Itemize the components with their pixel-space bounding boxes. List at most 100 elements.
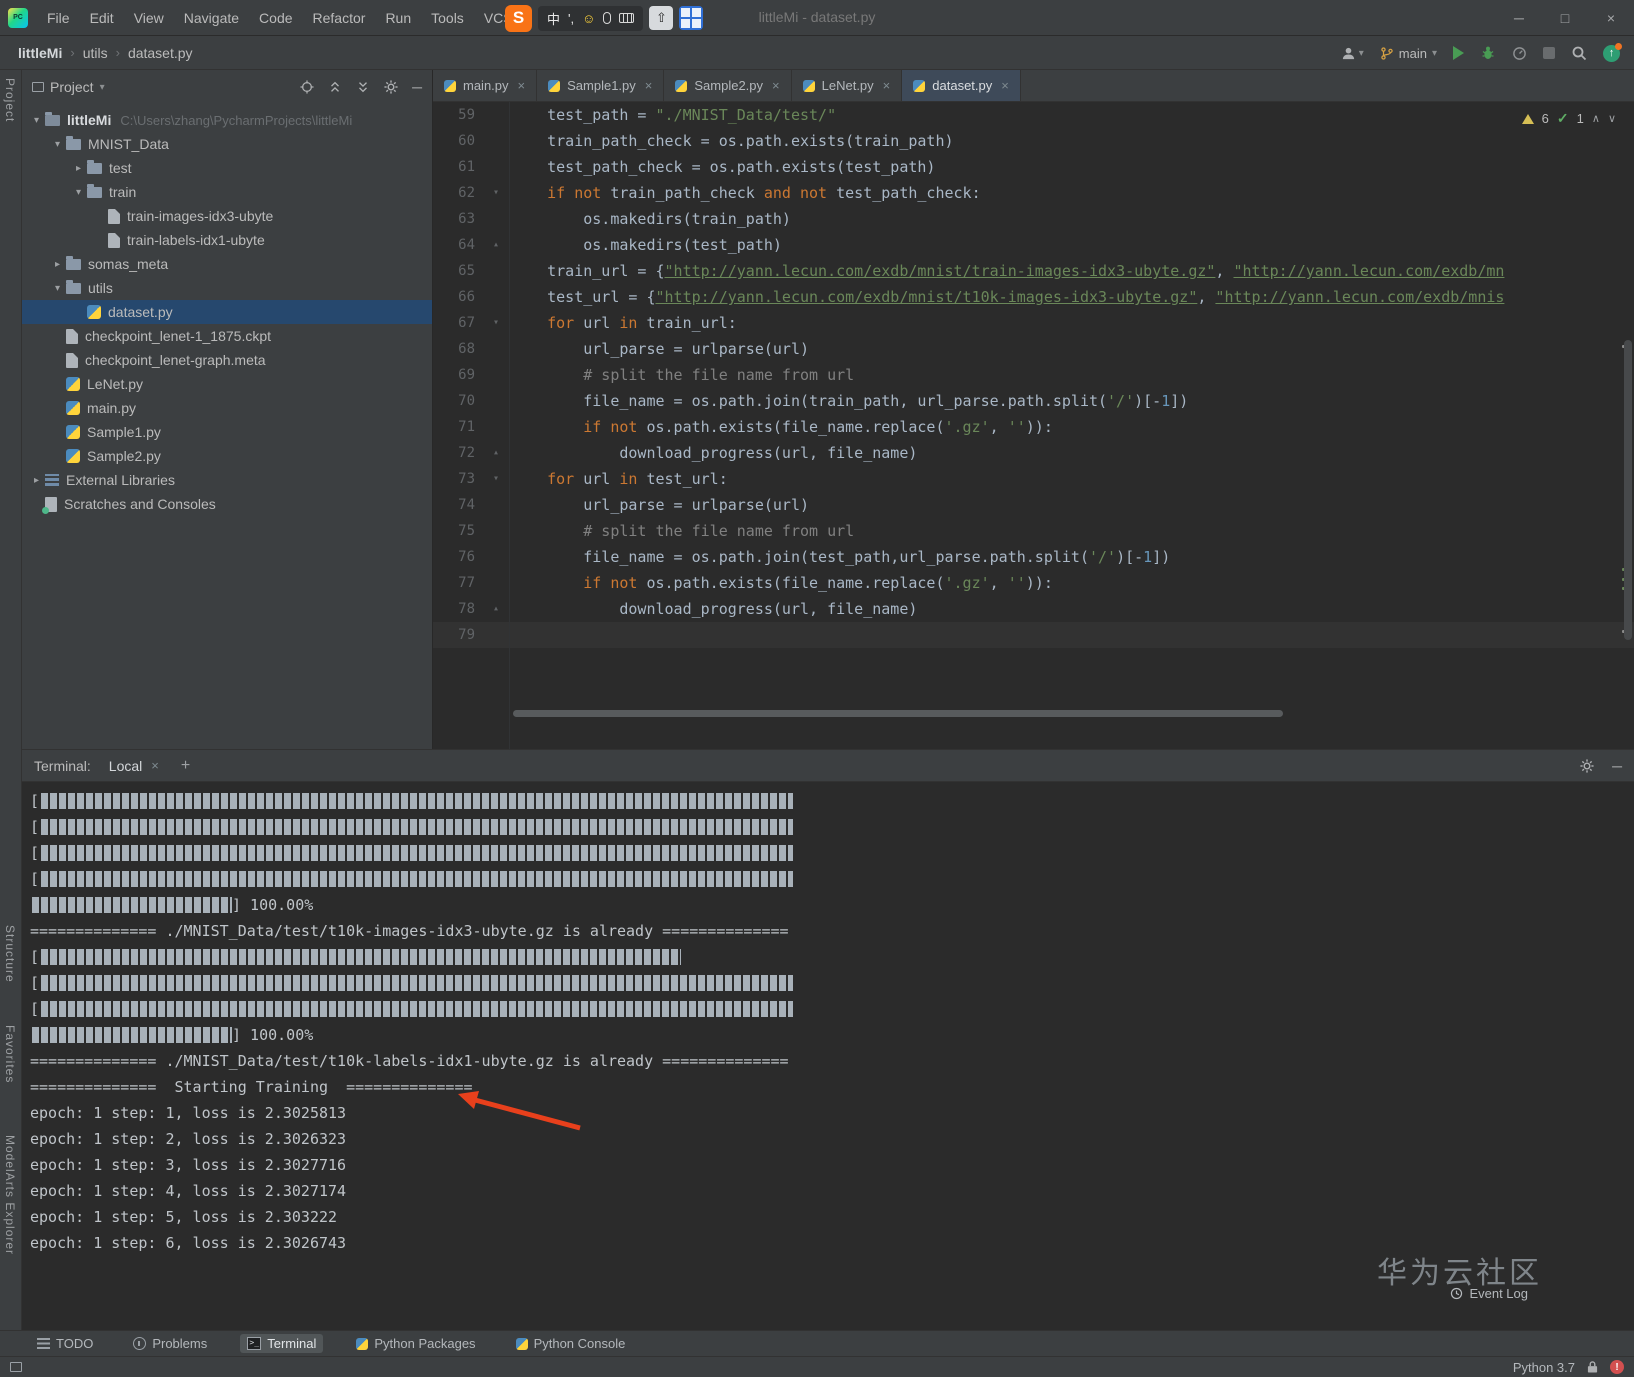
ime-punct-icon[interactable]: ', (568, 11, 574, 26)
tree-item-external-libraries[interactable]: ▸External Libraries (22, 468, 432, 492)
code-line-67[interactable]: 67▾ for url in train_url: (433, 310, 1634, 336)
chevron-expanded-icon[interactable]: ▾ (28, 115, 45, 126)
code-line-75[interactable]: 75 # split the file name from url (433, 518, 1634, 544)
stop-button[interactable] (1543, 47, 1555, 59)
hide-panel-icon[interactable]: ─ (1612, 758, 1622, 774)
menu-view[interactable]: View (125, 7, 173, 29)
code-line-66[interactable]: 66 test_url = {"http://yann.lecun.com/ex… (433, 284, 1634, 310)
close-icon[interactable]: × (518, 78, 526, 93)
chevron-expanded-icon[interactable]: ▾ (49, 283, 66, 294)
debug-bug-button[interactable] (1480, 45, 1496, 61)
tab-sample2-py[interactable]: Sample2.py× (664, 70, 791, 101)
tab-dataset-py[interactable]: dataset.py× (902, 70, 1021, 101)
fold-end-icon[interactable]: ▴ (481, 440, 511, 466)
fold-end-icon[interactable]: ▴ (481, 232, 511, 258)
vertical-scrollbar[interactable] (1624, 340, 1632, 640)
run-button[interactable] (1453, 46, 1464, 60)
code-line-59[interactable]: 59 test_path = "./MNIST_Data/test/" (433, 102, 1634, 128)
search-everywhere-icon[interactable] (1571, 45, 1587, 61)
close-icon[interactable]: × (883, 78, 891, 93)
tree-item-mnist-data[interactable]: ▾MNIST_Data (22, 132, 432, 156)
code-line-64[interactable]: 64▴ os.makedirs(test_path) (433, 232, 1634, 258)
chevron-expanded-icon[interactable]: ▾ (49, 139, 66, 150)
emoji-icon[interactable]: ☺ (582, 11, 595, 26)
ime-grid-icon[interactable] (679, 6, 703, 30)
prev-problem-icon[interactable]: ∧ (1592, 112, 1600, 125)
toolwindow-button-todo[interactable]: TODO (30, 1334, 100, 1353)
code-line-68[interactable]: 68 url_parse = urlparse(url) (433, 336, 1634, 362)
breadcrumb-item-utils[interactable]: utils (83, 45, 108, 61)
stripe-button-project[interactable]: Project (3, 78, 17, 122)
chevron-expanded-icon[interactable]: ▾ (70, 187, 87, 198)
tree-item-somas-meta[interactable]: ▸somas_meta (22, 252, 432, 276)
tab-lenet-py[interactable]: LeNet.py× (792, 70, 903, 101)
sogou-ime-icon[interactable]: S (505, 5, 532, 32)
code-line-70[interactable]: 70 file_name = os.path.join(train_path, … (433, 388, 1634, 414)
tree-item-scratches-and-consoles[interactable]: Scratches and Consoles (22, 492, 432, 516)
settings-gear-icon[interactable] (1580, 759, 1594, 773)
code-line-78[interactable]: 78▴ download_progress(url, file_name) (433, 596, 1634, 622)
tree-item-lenet-py[interactable]: LeNet.py (22, 372, 432, 396)
chevron-collapsed-icon[interactable]: ▸ (70, 163, 87, 174)
chevron-collapsed-icon[interactable]: ▸ (28, 475, 45, 486)
event-log-button[interactable]: Event Log (1450, 1286, 1528, 1301)
breadcrumb-item-littlemi[interactable]: littleMi (18, 45, 62, 61)
project-panel-title[interactable]: Project ▾ (32, 79, 105, 95)
menu-run[interactable]: Run (376, 7, 420, 29)
menu-refactor[interactable]: Refactor (304, 7, 375, 29)
menu-edit[interactable]: Edit (81, 7, 123, 29)
fold-end-icon[interactable]: ▴ (481, 596, 511, 622)
close-button[interactable]: × (1588, 0, 1634, 36)
tree-item-test[interactable]: ▸test (22, 156, 432, 180)
code-line-73[interactable]: 73▾ for url in test_url: (433, 466, 1634, 492)
locate-file-icon[interactable] (300, 80, 314, 94)
hide-panel-icon[interactable]: ─ (412, 79, 422, 95)
tree-item-train-images-idx3-ubyte[interactable]: train-images-idx3-ubyte (22, 204, 432, 228)
expand-all-icon[interactable] (328, 80, 342, 94)
tree-item-checkpoint-lenet-graph-meta[interactable]: checkpoint_lenet-graph.meta (22, 348, 432, 372)
stripe-button-favorites[interactable]: Favorites (3, 1025, 17, 1083)
code-line-65[interactable]: 65 train_url = {"http://yann.lecun.com/e… (433, 258, 1634, 284)
tree-item-sample1-py[interactable]: Sample1.py (22, 420, 432, 444)
fold-open-icon[interactable]: ▾ (481, 466, 511, 492)
code-line-60[interactable]: 60 train_path_check = os.path.exists(tra… (433, 128, 1634, 154)
tree-item-checkpoint-lenet-1-1875-ckpt[interactable]: checkpoint_lenet-1_1875.ckpt (22, 324, 432, 348)
tree-item-main-py[interactable]: main.py (22, 396, 432, 420)
toolwindow-button-python-console[interactable]: Python Console (509, 1334, 633, 1353)
fold-open-icon[interactable]: ▾ (481, 180, 511, 206)
tree-item-train-labels-idx1-ubyte[interactable]: train-labels-idx1-ubyte (22, 228, 432, 252)
code-line-71[interactable]: 71 if not os.path.exists(file_name.repla… (433, 414, 1634, 440)
code-line-61[interactable]: 61 test_path_check = os.path.exists(test… (433, 154, 1634, 180)
toolwindow-button-python-packages[interactable]: Python Packages (349, 1334, 482, 1353)
stripe-button-modelarts-explorer[interactable]: ModelArts Explorer (3, 1135, 17, 1255)
close-icon[interactable]: × (645, 78, 653, 93)
close-icon[interactable]: × (1001, 78, 1009, 93)
settings-gear-icon[interactable] (384, 80, 398, 94)
lock-icon[interactable] (1587, 1360, 1598, 1374)
toolwindow-button-problems[interactable]: Problems (126, 1334, 214, 1353)
git-branch-selector[interactable]: main ▾ (1380, 46, 1437, 61)
tree-item-sample2-py[interactable]: Sample2.py (22, 444, 432, 468)
menu-navigate[interactable]: Navigate (175, 7, 248, 29)
terminal-tab-local[interactable]: Local × (101, 750, 167, 782)
maximize-button[interactable]: □ (1542, 0, 1588, 36)
update-indicator-icon[interactable]: ↑ (1603, 45, 1620, 62)
tree-item-train[interactable]: ▾train (22, 180, 432, 204)
close-icon[interactable]: × (772, 78, 780, 93)
code-line-74[interactable]: 74 url_parse = urlparse(url) (433, 492, 1634, 518)
tab-main-py[interactable]: main.py× (433, 70, 537, 101)
chevron-collapsed-icon[interactable]: ▸ (49, 259, 66, 270)
minimize-button[interactable]: ─ (1496, 0, 1542, 36)
fold-open-icon[interactable]: ▾ (481, 310, 511, 336)
code-line-77[interactable]: 77 if not os.path.exists(file_name.repla… (433, 570, 1634, 596)
menu-tools[interactable]: Tools (422, 7, 473, 29)
notification-badge[interactable]: ! (1610, 1360, 1624, 1374)
menu-file[interactable]: File (38, 7, 79, 29)
code-line-72[interactable]: 72▴ download_progress(url, file_name) (433, 440, 1634, 466)
tab-sample1-py[interactable]: Sample1.py× (537, 70, 664, 101)
ime-lang-indicator[interactable]: 中 (547, 9, 560, 28)
code-line-69[interactable]: 69 # split the file name from url (433, 362, 1634, 388)
new-terminal-button[interactable]: + (181, 757, 190, 775)
code-line-62[interactable]: 62▾ if not train_path_check and not test… (433, 180, 1634, 206)
collapse-all-icon[interactable] (356, 80, 370, 94)
